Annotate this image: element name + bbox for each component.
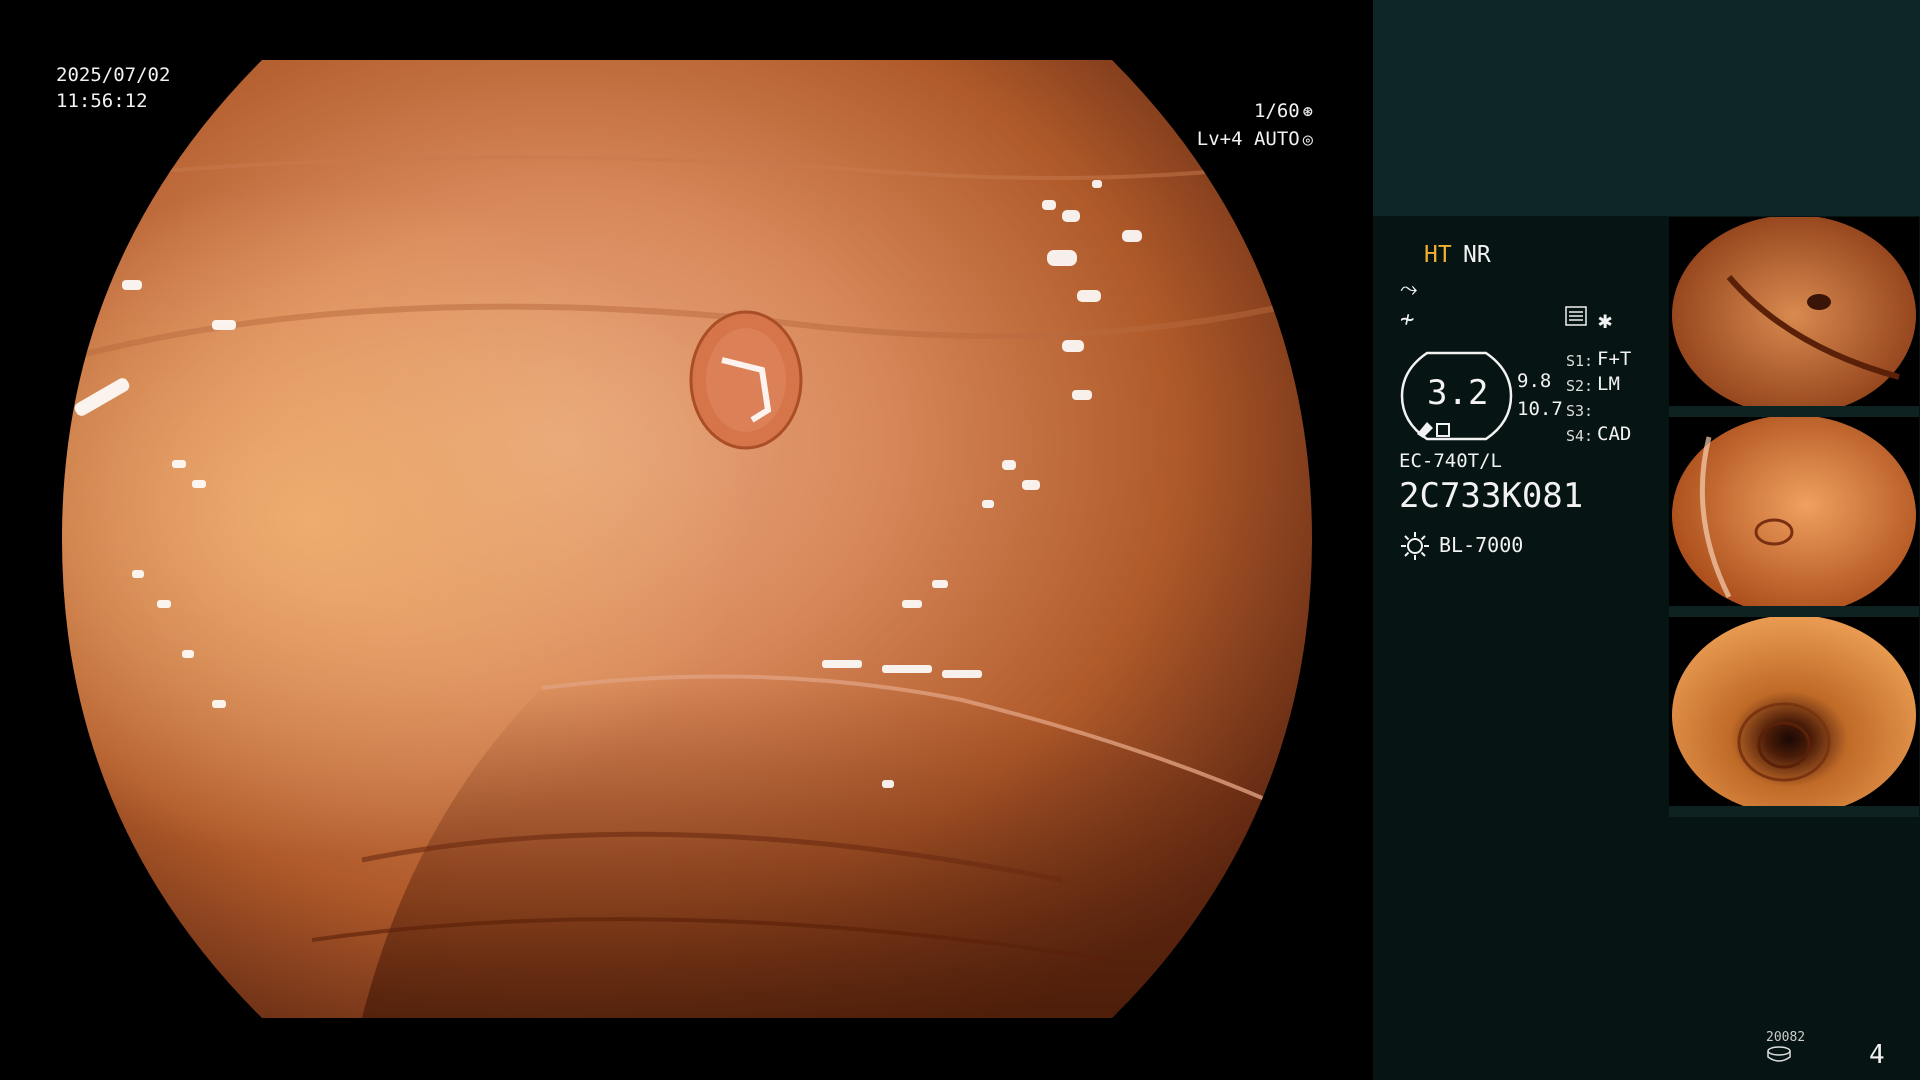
level-value: Lv+4 AUTO <box>1196 128 1300 150</box>
thumbnail-1-caption-bar <box>1669 406 1919 417</box>
wave-enhance-icon: ⤳ <box>1400 277 1418 302</box>
shutter-readout: 1/60 ⊛ <box>1254 98 1313 125</box>
light-source-icon <box>1401 532 1429 560</box>
captured-thumbnail-3[interactable] <box>1669 617 1919 814</box>
image-counter: 20082 <box>1766 1030 1806 1045</box>
endoscope-image <box>62 60 1312 1018</box>
menu-list-icon <box>1565 306 1587 326</box>
shutter-value: 1/60 <box>1253 100 1300 122</box>
panel-header-band <box>1373 0 1920 216</box>
brightness-level-readout: Lv+4 AUTO ◎ <box>1197 126 1313 153</box>
slot-4-value: CAD <box>1597 423 1632 445</box>
slot-2-label: S2: <box>1566 377 1594 395</box>
slot-4-label: S4: <box>1566 427 1594 445</box>
thumbnail-1-image <box>1672 217 1916 414</box>
zoom-value: 3.2 <box>1427 373 1489 413</box>
captured-thumbnail-1[interactable] <box>1669 217 1919 414</box>
slot-3-label: S3: <box>1566 402 1594 420</box>
slot-2-value: LM <box>1597 373 1620 395</box>
mode-ht-label: HT <box>1424 242 1452 268</box>
slot-1-value: F+T <box>1597 348 1632 370</box>
scope-serial: 2C733K081 <box>1399 476 1584 516</box>
main-endoscope-view: 2025/07/02 11:56:12 1/60 ⊛ Lv+4 AUTO ◎ <box>0 0 1373 1080</box>
light-source-label: BL-7000 <box>1439 533 1524 557</box>
date-readout: 2025/07/02 <box>56 64 171 86</box>
iris-icon: ◎ <box>1302 130 1313 150</box>
time-readout: 11:56:12 <box>56 90 148 112</box>
thumbnail-2-image <box>1672 417 1916 614</box>
mode-nr-label: NR <box>1463 242 1491 268</box>
wave-filter-icon: ≁ <box>1400 305 1415 333</box>
scope-model: EC-740T/L <box>1399 450 1502 472</box>
storage-disk-icon <box>1767 1046 1791 1062</box>
asterisk-icon: ✱ <box>1598 306 1613 334</box>
thumbnail-3-caption-bar <box>1669 806 1919 817</box>
reading-b: 10.7 <box>1517 398 1563 420</box>
captured-thumbnail-2[interactable] <box>1669 417 1919 614</box>
thumbnail-2-caption-bar <box>1669 606 1919 617</box>
page-number: 4 <box>1869 1040 1885 1070</box>
aperture-icon: ⊛ <box>1302 102 1313 122</box>
reading-a: 9.8 <box>1517 370 1552 392</box>
thumbnail-3-image <box>1672 617 1916 814</box>
info-side-panel: HT NR ⤳ ≁ ✱ 3.2 9.8 10.7 S1: F+T S2: LM … <box>1373 0 1920 1080</box>
slot-1-label: S1: <box>1566 352 1594 370</box>
